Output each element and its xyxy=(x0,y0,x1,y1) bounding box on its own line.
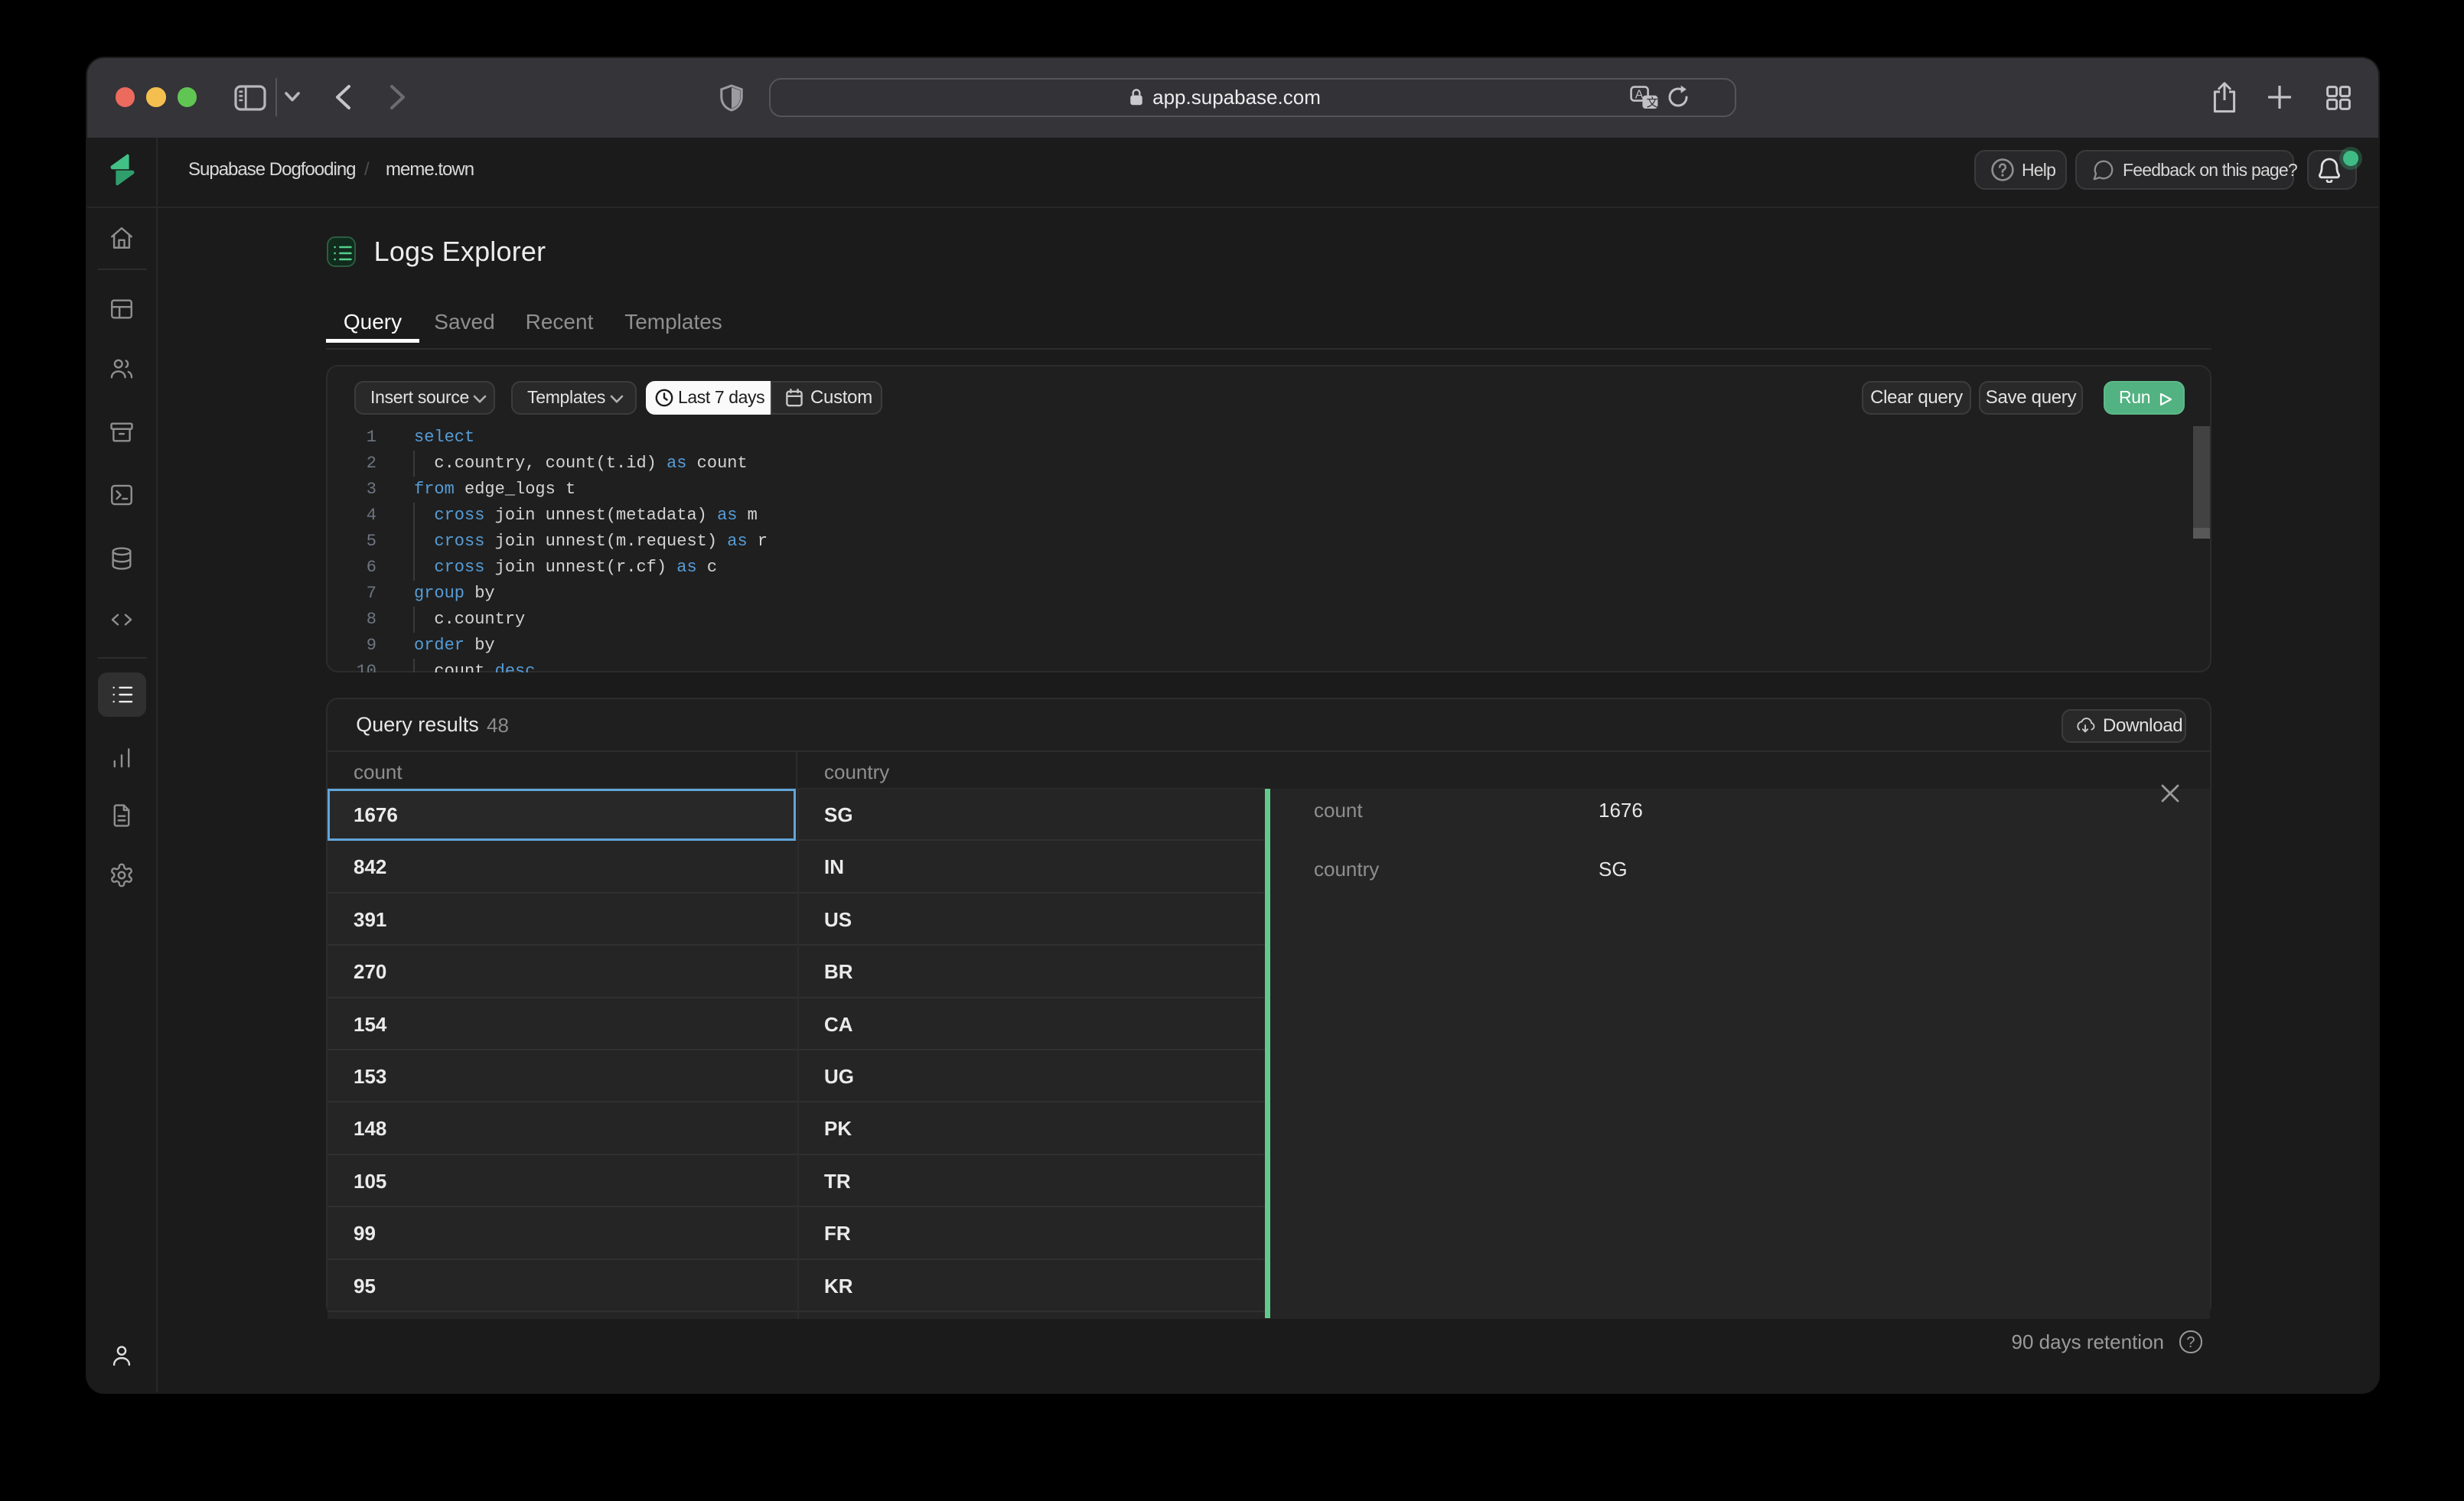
svg-text:文: 文 xyxy=(1647,96,1658,109)
svg-text:A: A xyxy=(1635,88,1644,101)
